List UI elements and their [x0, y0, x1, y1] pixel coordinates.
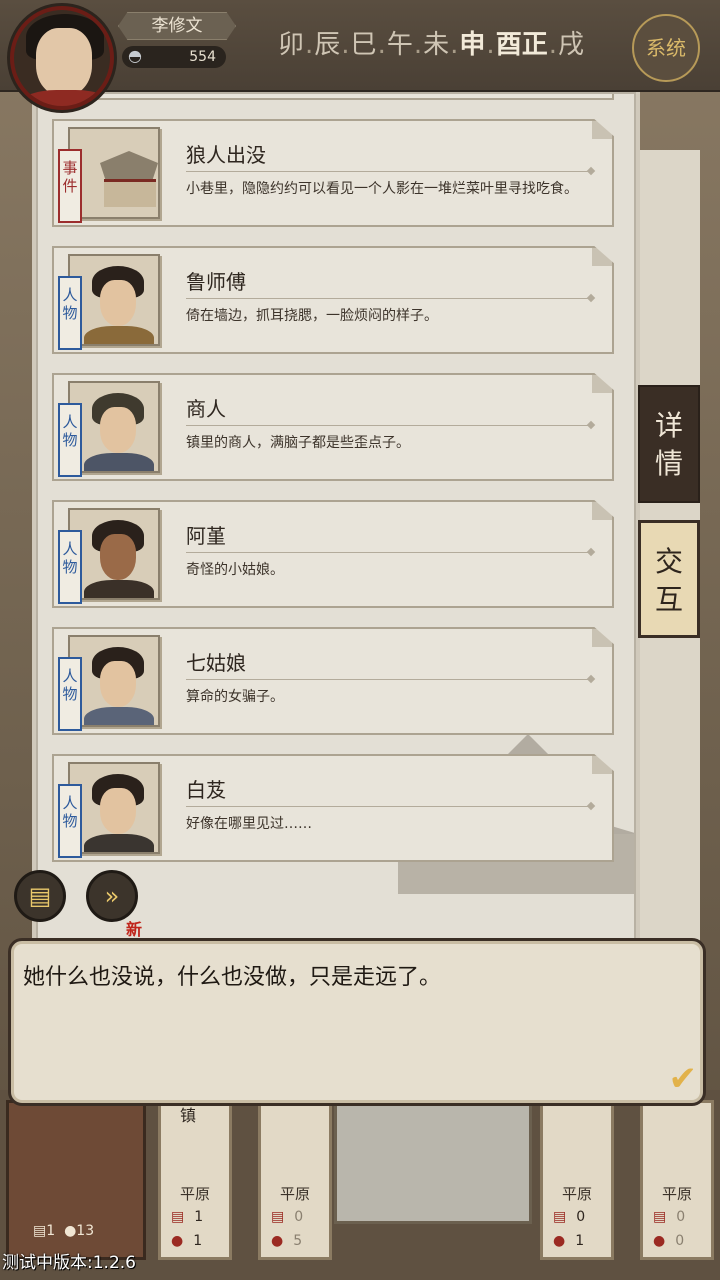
encounter-list-panel[interactable]: 事件 狼人出没 小巷里，隐隐约约可以看见一个人影在一堆烂菜叶里寻找吃食。 人物 … — [36, 92, 636, 972]
hour-wu: 午 — [386, 30, 413, 60]
map-tile-town[interactable] — [334, 1100, 532, 1224]
list-item[interactable]: 人物 七姑娘 算命的女骗子。 — [52, 627, 614, 735]
silver-ingot-icon: ◓ — [128, 46, 142, 65]
fast-forward-button[interactable]: » — [86, 870, 138, 922]
tab-detail-label: 详情 — [654, 409, 683, 480]
hour-shen: 申 — [459, 30, 486, 60]
list-item[interactable] — [52, 94, 614, 100]
tag-person: 人物 — [58, 276, 82, 350]
map-tile-4[interactable]: 平原 ▤ 0 ● 0 — [640, 1100, 714, 1260]
tab-interact-label: 交互 — [654, 545, 683, 616]
person-icon: ● — [271, 1233, 284, 1249]
dialog-box[interactable]: 她什么也没说，什么也没做，只是走远了。 ✔ — [8, 938, 706, 1106]
scroll-icon: ▤ — [271, 1209, 285, 1225]
card-desc: 小巷里，隐隐约约可以看见一个人影在一堆烂菜叶里寻找吃食。 — [186, 181, 578, 197]
scroll-icon: ▤ — [653, 1209, 667, 1225]
log-button[interactable]: ▤ — [14, 870, 66, 922]
person-icon: ● — [64, 1223, 77, 1239]
log-icon: ▤ — [28, 882, 52, 910]
card-title: 商人 — [186, 397, 226, 421]
hour-wei: 未 — [423, 30, 450, 60]
fast-forward-icon: » — [104, 882, 120, 910]
list-item[interactable]: 人物 鲁师傅 倚在墙边，抓耳挠腮，一脸烦闷的样子。 — [52, 246, 614, 354]
scroll-icon: ▤ — [33, 1223, 47, 1239]
tab-detail[interactable]: 详情 — [638, 385, 700, 503]
map-tile-stats: ▤1 ●13 — [33, 1223, 95, 1239]
player-avatar[interactable] — [10, 6, 114, 110]
hour-si: 巳 — [350, 30, 377, 60]
map-tile-2[interactable]: 平原 ▤ 0 ● 5 — [258, 1100, 332, 1260]
card-title: 狼人出没 — [186, 143, 266, 167]
confirm-check-icon[interactable]: ✔ — [669, 1059, 698, 1099]
map-tile-3[interactable]: 平原 ▤ 0 ● 1 — [540, 1100, 614, 1260]
person-icon: ● — [171, 1233, 184, 1249]
scroll-icon: ▤ — [171, 1209, 185, 1225]
list-item[interactable]: 人物 白芨 好像在哪里见过…… — [52, 754, 614, 862]
tag-person: 人物 — [58, 403, 82, 477]
card-title: 鲁师傅 — [186, 270, 246, 294]
player-name: 李修文 — [118, 12, 236, 40]
scroll-icon: ▤ — [553, 1209, 567, 1225]
tab-interact[interactable]: 交互 — [638, 520, 700, 638]
person-icon: ● — [653, 1233, 666, 1249]
tag-person: 人物 — [58, 657, 82, 731]
system-button[interactable]: 系统 — [632, 14, 700, 82]
list-item[interactable]: 人物 商人 镇里的商人，满脑子都是些歪点子。 — [52, 373, 614, 481]
hour-zheng: 正 — [521, 30, 548, 60]
hour-mao: 卯 — [278, 30, 305, 60]
list-item[interactable]: 事件 狼人出没 小巷里，隐隐约约可以看见一个人影在一堆烂菜叶里寻找吃食。 — [52, 119, 614, 227]
card-desc: 算命的女骗子。 — [186, 689, 284, 705]
person-icon: ● — [553, 1233, 566, 1249]
dialog-text: 她什么也没说，什么也没做，只是走远了。 — [23, 965, 442, 990]
encounter-list: 事件 狼人出没 小巷里，隐隐约约可以看见一个人影在一堆烂菜叶里寻找吃食。 人物 … — [52, 94, 614, 881]
new-badge: 新 — [126, 920, 143, 939]
hour-you: 酉 — [495, 30, 522, 60]
card-title: 七姑娘 — [186, 651, 246, 675]
hour-chen: 辰 — [314, 30, 341, 60]
card-desc: 好像在哪里见过…… — [186, 816, 312, 832]
card-desc: 倚在墙边，抓耳挠腮，一脸烦闷的样子。 — [186, 308, 438, 324]
card-desc: 镇里的商人，满脑子都是些歪点子。 — [186, 435, 410, 451]
time-of-day-bar: 卯.辰.巳.午.未.申.酉正.戌 — [278, 24, 584, 64]
tag-person: 人物 — [58, 784, 82, 858]
tag-person: 人物 — [58, 530, 82, 604]
list-item[interactable]: 人物 阿堇 奇怪的小姑娘。 — [52, 500, 614, 608]
card-title: 阿堇 — [186, 524, 226, 548]
map-tile-cart[interactable]: ▤1 ●13 — [6, 1100, 146, 1260]
tag-event: 事件 — [58, 149, 82, 223]
card-title: 白芨 — [186, 778, 226, 802]
hour-xu: 戌 — [557, 30, 584, 60]
version-label: 测试中版本:1.2.6 — [2, 1253, 136, 1273]
card-desc: 奇怪的小姑娘。 — [186, 562, 284, 578]
